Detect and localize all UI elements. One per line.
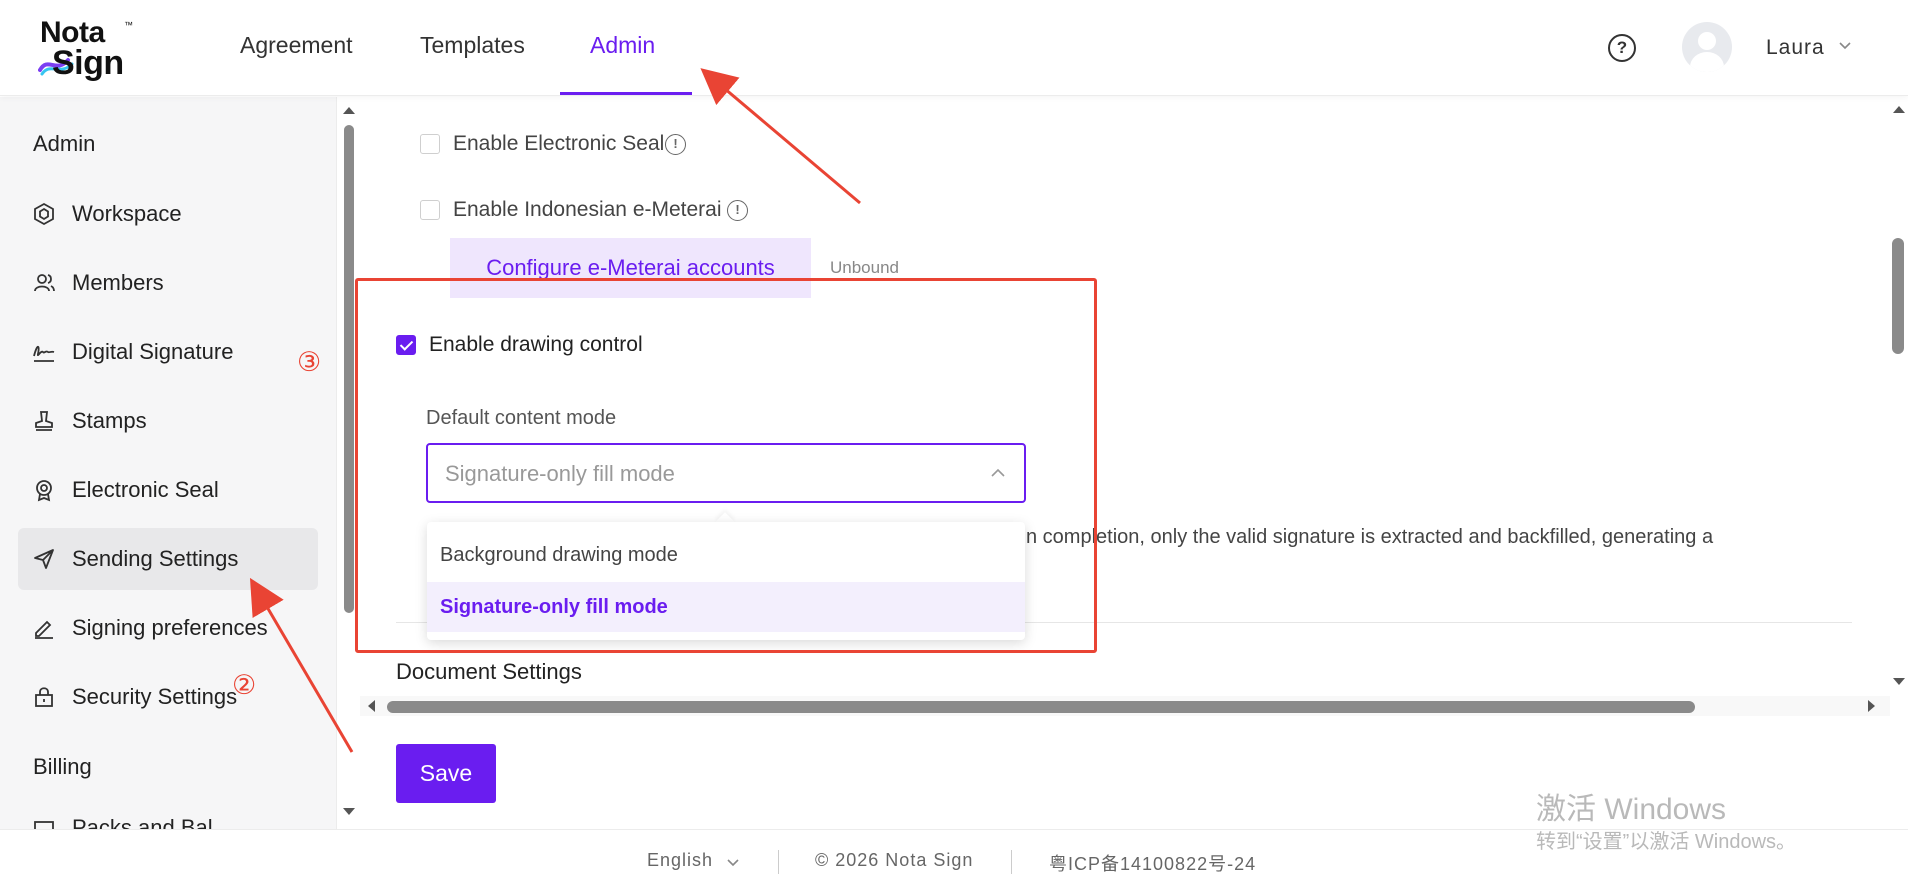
signature-icon [33, 345, 55, 362]
sidebar-group-admin: Admin [33, 131, 96, 156]
send-icon [34, 549, 54, 569]
seal-icon [36, 480, 52, 502]
chevron-up-icon [991, 468, 1005, 477]
scroll-down-arrow-icon[interactable] [1893, 678, 1905, 685]
default-content-mode-label: Default content mode [426, 407, 617, 429]
nota-sign-logo[interactable]: Nota ™ Sign [38, 16, 148, 82]
sidebar-item-electronic-seal[interactable]: Electronic Seal [18, 459, 318, 521]
enable-electronic-seal-label: Enable Electronic Seal [453, 132, 665, 155]
sidebar-group-billing: Billing [33, 754, 92, 779]
logo-trademark: ™ [124, 20, 133, 30]
sidebar-item-stamps[interactable]: Stamps [18, 390, 318, 452]
annotation-marker-3: ③ [297, 347, 322, 378]
sidebar-item-label: Security Settings [72, 684, 238, 709]
drawing-mode-description: n completion, only the valid signature i… [1026, 526, 1714, 548]
dropdown-option-signature-only[interactable]: Signature-only fill mode [427, 582, 1025, 632]
active-tab-underline [560, 92, 692, 95]
sidebar-item-digital-signature[interactable]: Digital Signature [18, 321, 318, 383]
tab-templates[interactable]: Templates [420, 32, 525, 59]
pen-icon [35, 620, 53, 639]
sidebar-item-security-settings[interactable]: Security Settings [18, 666, 318, 728]
avatar-head-shape [1698, 32, 1716, 50]
footer-separator [1011, 850, 1012, 874]
enable-drawing-control-label: Enable drawing control [429, 333, 643, 356]
language-selector[interactable]: English [647, 850, 713, 871]
enable-electronic-seal-checkbox[interactable] [420, 134, 440, 154]
scroll-down-arrow-icon[interactable] [343, 808, 355, 815]
content-vertical-scrollbar[interactable] [1890, 97, 1908, 697]
icp-text[interactable]: 粤ICP备14100822号-24 [1049, 850, 1256, 876]
workspace-icon [34, 202, 54, 226]
members-icon [34, 274, 55, 292]
help-icon[interactable]: ? [1608, 34, 1636, 62]
unbound-status: Unbound [830, 258, 900, 277]
copyright-text: © 2026 Nota Sign [815, 850, 974, 870]
document-settings-title: Document Settings [396, 659, 582, 684]
scroll-left-arrow-icon[interactable] [368, 700, 375, 712]
sidebar-item-sending-settings[interactable]: Sending Settings [18, 528, 318, 590]
content-horizontal-scrollbar-thumb[interactable] [387, 701, 1695, 713]
footer-separator [778, 850, 779, 874]
sidebar-item-signing-preferences[interactable]: Signing preferences [18, 597, 318, 659]
user-name[interactable]: Laura [1766, 36, 1825, 60]
content-vertical-scrollbar-thumb[interactable] [1892, 238, 1904, 354]
avatar-body-shape [1690, 52, 1724, 72]
info-icon[interactable]: ! [727, 200, 748, 221]
enable-emeterai-checkbox[interactable] [420, 200, 440, 220]
sidebar-item-label: Stamps [72, 408, 147, 433]
sidebar-item-workspace[interactable]: Workspace [18, 183, 318, 245]
sidebar-item-label: Electronic Seal [72, 477, 219, 502]
dropdown-option-background-drawing[interactable]: Background drawing mode [427, 530, 1025, 580]
save-button[interactable]: Save [396, 744, 496, 803]
info-icon[interactable]: ! [665, 134, 686, 155]
content-mode-dropdown: Background drawing mode Signature-only f… [427, 522, 1025, 640]
sidebar-item-label: Sending Settings [72, 546, 239, 571]
top-header: Nota ™ Sign Agreement Templates Admin ? … [0, 0, 1908, 96]
chevron-down-icon[interactable] [726, 855, 740, 869]
annotation-marker-2: ② [232, 670, 257, 701]
tab-admin[interactable]: Admin [590, 32, 655, 59]
sidebar-item-packs[interactable]: Packs and Bal [18, 797, 318, 829]
configure-emeterai-button[interactable]: Configure e-Meterai accounts [450, 238, 811, 298]
sidebar: Admin Workspace Members Digital Signatur… [0, 97, 337, 829]
windows-activation-watermark-title: 激活 Windows [1536, 793, 1727, 826]
avatar[interactable] [1682, 22, 1732, 72]
sidebar-item-label: Digital Signature [72, 339, 234, 364]
packs-icon [34, 821, 54, 829]
logo-text-bottom: Sign [52, 44, 124, 82]
sidebar-item-members[interactable]: Members [18, 252, 318, 314]
default-content-mode-select[interactable]: Signature-only fill mode [426, 443, 1026, 503]
sidebar-item-label: Signing preferences [72, 615, 268, 640]
sidebar-scrollbar-thumb[interactable] [344, 125, 354, 613]
sidebar-item-label: Members [72, 270, 164, 295]
lock-icon [35, 687, 53, 707]
stamp-icon [35, 411, 53, 431]
sidebar-item-label: Workspace [72, 201, 182, 226]
scroll-up-arrow-icon[interactable] [1893, 106, 1905, 113]
enable-emeterai-label: Enable Indonesian e-Meterai [453, 198, 722, 221]
enable-drawing-control-checkbox[interactable] [396, 335, 416, 355]
windows-activation-watermark-hint: 转到“设置”以激活 Windows。 [1536, 831, 1797, 853]
scroll-right-arrow-icon[interactable] [1868, 700, 1875, 712]
scroll-up-arrow-icon[interactable] [343, 107, 355, 114]
sidebar-item-label: Packs and Bal [72, 815, 213, 829]
tab-agreement[interactable]: Agreement [240, 32, 353, 59]
chevron-down-icon[interactable] [1838, 38, 1852, 52]
select-current-value: Signature-only fill mode [445, 461, 675, 486]
